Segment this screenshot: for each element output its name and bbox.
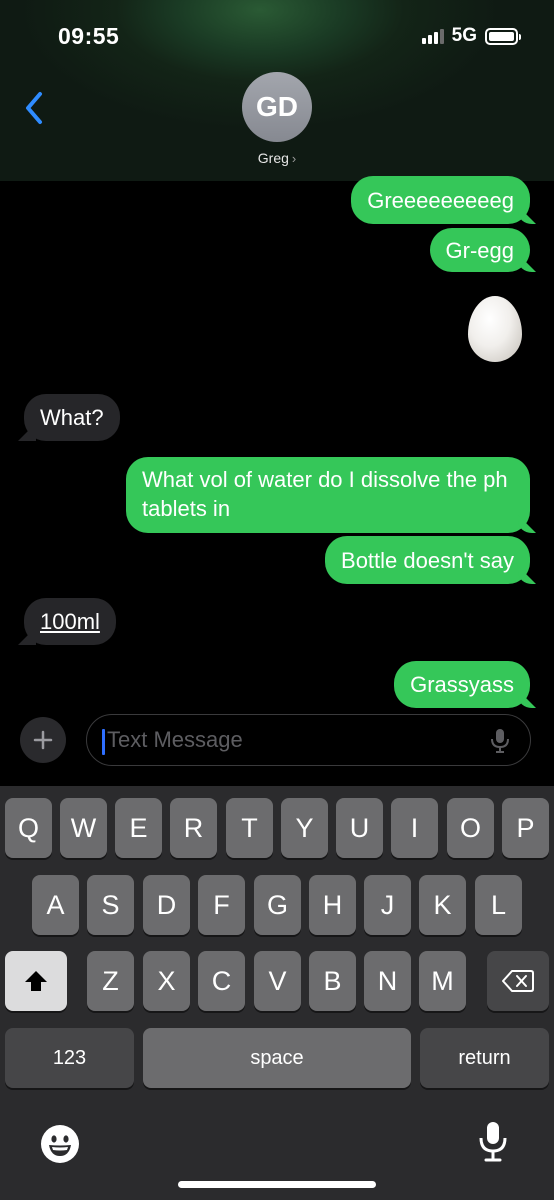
message-input-placeholder: Text Message xyxy=(107,727,243,752)
emoji-icon[interactable] xyxy=(40,1124,80,1169)
signal-icon xyxy=(421,28,444,44)
key-v[interactable]: V xyxy=(254,951,301,1011)
key-n[interactable]: N xyxy=(364,951,411,1011)
numbers-key[interactable]: 123 xyxy=(5,1028,134,1088)
key-r[interactable]: R xyxy=(170,798,217,858)
dictation-icon[interactable] xyxy=(478,1120,508,1169)
conversation-header: 09:55 5G GD Greg › xyxy=(0,0,554,181)
key-w[interactable]: W xyxy=(60,798,107,858)
key-k[interactable]: K xyxy=(419,875,466,935)
key-p[interactable]: P xyxy=(502,798,549,858)
message-link-text[interactable]: 100ml xyxy=(40,607,100,636)
key-d[interactable]: D xyxy=(143,875,190,935)
key-s[interactable]: S xyxy=(87,875,134,935)
message-bubble-incoming[interactable]: 100ml xyxy=(24,598,116,645)
keyboard: Q W E R T Y U I O P A S D F G H J K L Z … xyxy=(0,786,554,1200)
key-g[interactable]: G xyxy=(254,875,301,935)
key-e[interactable]: E xyxy=(115,798,162,858)
message-text: What? xyxy=(40,405,104,430)
message-text: What vol of water do I dissolve the ph t… xyxy=(142,467,508,521)
message-input[interactable]: Text Message xyxy=(86,714,531,766)
key-o[interactable]: O xyxy=(447,798,494,858)
delete-icon xyxy=(502,970,534,992)
key-m[interactable]: M xyxy=(419,951,466,1011)
key-j[interactable]: J xyxy=(364,875,411,935)
key-q[interactable]: Q xyxy=(5,798,52,858)
microphone-icon[interactable] xyxy=(490,727,510,755)
contact-name: Greg xyxy=(257,150,289,166)
key-u[interactable]: U xyxy=(336,798,383,858)
chevron-right-icon: › xyxy=(291,151,297,166)
key-h[interactable]: H xyxy=(309,875,356,935)
key-x[interactable]: X xyxy=(143,951,190,1011)
message-bubble-outgoing[interactable]: Bottle doesn't say xyxy=(325,536,530,584)
key-t[interactable]: T xyxy=(226,798,273,858)
key-c[interactable]: C xyxy=(198,951,245,1011)
message-bubble-outgoing[interactable]: What vol of water do I dissolve the ph t… xyxy=(126,457,530,533)
message-bubble-incoming[interactable]: What? xyxy=(24,394,120,441)
message-text: Greeeeeeeeeg xyxy=(367,187,514,213)
battery-icon xyxy=(485,27,521,45)
message-text: Gr-egg xyxy=(445,237,514,263)
contact-name-button[interactable]: Greg › xyxy=(0,150,554,166)
message-text: Bottle doesn't say xyxy=(341,547,514,573)
plus-icon[interactable] xyxy=(20,717,66,763)
delete-key[interactable] xyxy=(487,951,549,1011)
key-y[interactable]: Y xyxy=(281,798,328,858)
message-bubble-outgoing[interactable]: Gr-egg xyxy=(429,228,530,272)
space-key[interactable]: space xyxy=(143,1028,411,1088)
text-cursor xyxy=(102,729,105,755)
key-l[interactable]: L xyxy=(475,875,522,935)
network-type: 5G xyxy=(451,25,477,46)
key-z[interactable]: Z xyxy=(87,951,134,1011)
message-bubble-outgoing[interactable]: Greeeeeeeeeg xyxy=(351,176,530,224)
back-chevron-icon[interactable] xyxy=(20,88,50,128)
home-indicator[interactable] xyxy=(178,1181,376,1188)
key-b[interactable]: B xyxy=(309,951,356,1011)
message-bubble-outgoing[interactable]: Grassyass xyxy=(394,661,530,708)
return-key[interactable]: return xyxy=(420,1028,549,1088)
status-indicators: 5G xyxy=(421,25,521,47)
key-i[interactable]: I xyxy=(391,798,438,858)
status-time: 09:55 xyxy=(58,23,120,49)
key-f[interactable]: F xyxy=(198,875,245,935)
shift-icon xyxy=(25,971,47,991)
key-a[interactable]: A xyxy=(32,875,79,935)
shift-key[interactable] xyxy=(5,951,67,1011)
egg-image[interactable] xyxy=(468,296,522,362)
contact-avatar[interactable]: GD xyxy=(242,72,312,142)
message-text: Grassyass xyxy=(410,672,514,697)
